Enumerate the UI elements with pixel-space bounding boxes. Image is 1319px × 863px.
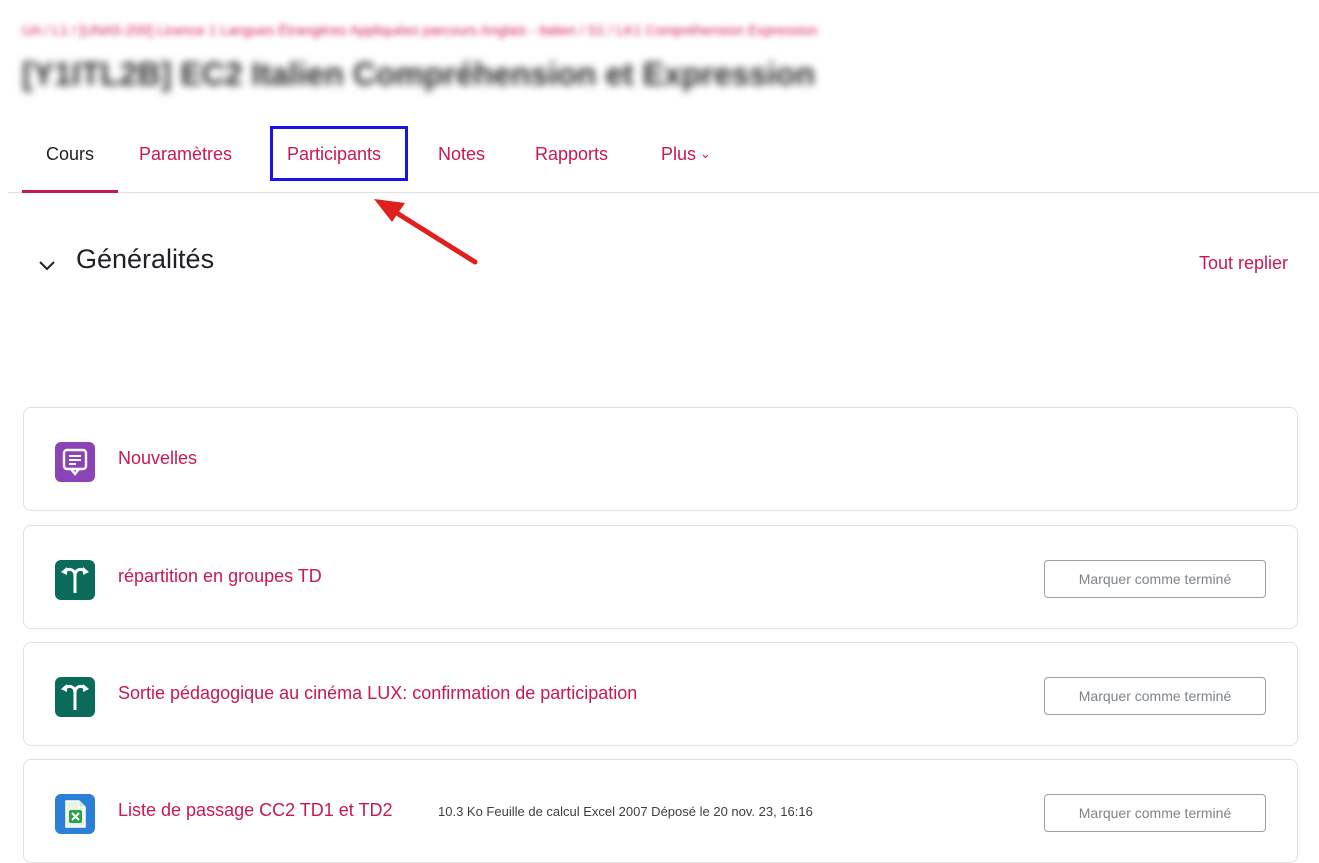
section-collapse-toggle[interactable] [32, 250, 62, 280]
section-title: Généralités [76, 244, 215, 274]
collapse-all-link[interactable]: Tout replier [1199, 253, 1288, 274]
annotation-arrow [374, 199, 478, 265]
forum-icon [55, 442, 95, 482]
mark-as-done-button[interactable]: Marquer comme terminé [1044, 560, 1266, 598]
activity-item: Liste de passage CC2 TD1 et TD2 10.3 Ko … [23, 759, 1298, 863]
tab-cours[interactable]: Cours [22, 126, 118, 193]
tab-parametres[interactable]: Paramètres [139, 126, 232, 192]
activity-item: répartition en groupes TD Marquer comme … [23, 525, 1298, 629]
chevron-down-icon: ⌄ [700, 146, 711, 161]
choice-icon [55, 560, 95, 600]
tab-plus[interactable]: Plus ⌄ [661, 126, 711, 192]
tab-cours-label: Cours [45, 144, 94, 164]
annotation-highlight-box [270, 126, 408, 181]
excel-file-icon [55, 794, 95, 834]
mark-as-done-button[interactable]: Marquer comme terminé [1044, 794, 1266, 832]
breadcrumb[interactable]: UA / L1 / [UNA5-200] Licence 1 Langues É… [22, 22, 1232, 44]
tab-rapports[interactable]: Rapports [535, 126, 608, 192]
activity-link[interactable]: répartition en groupes TD [118, 566, 322, 587]
mark-as-done-button[interactable]: Marquer comme terminé [1044, 677, 1266, 715]
tab-plus-label: Plus [661, 144, 697, 164]
tab-notes[interactable]: Notes [438, 126, 485, 192]
file-details: 10.3 Ko Feuille de calcul Excel 2007 Dép… [438, 804, 813, 819]
choice-icon [55, 677, 95, 717]
activity-item: Nouvelles [23, 407, 1298, 511]
active-tab-indicator [22, 190, 118, 193]
course-navigation: Cours Paramètres Participants Notes Rapp… [8, 126, 1319, 193]
activity-link[interactable]: Nouvelles [118, 448, 197, 469]
chevron-down-icon [39, 261, 55, 271]
activity-link[interactable]: Sortie pédagogique au cinéma LUX: confir… [118, 683, 637, 704]
activity-item: Sortie pédagogique au cinéma LUX: confir… [23, 642, 1298, 746]
activity-link[interactable]: Liste de passage CC2 TD1 et TD2 [118, 800, 392, 821]
page-title: [Y1ITL2B] EC2 Italien Compréhension et E… [22, 56, 816, 92]
